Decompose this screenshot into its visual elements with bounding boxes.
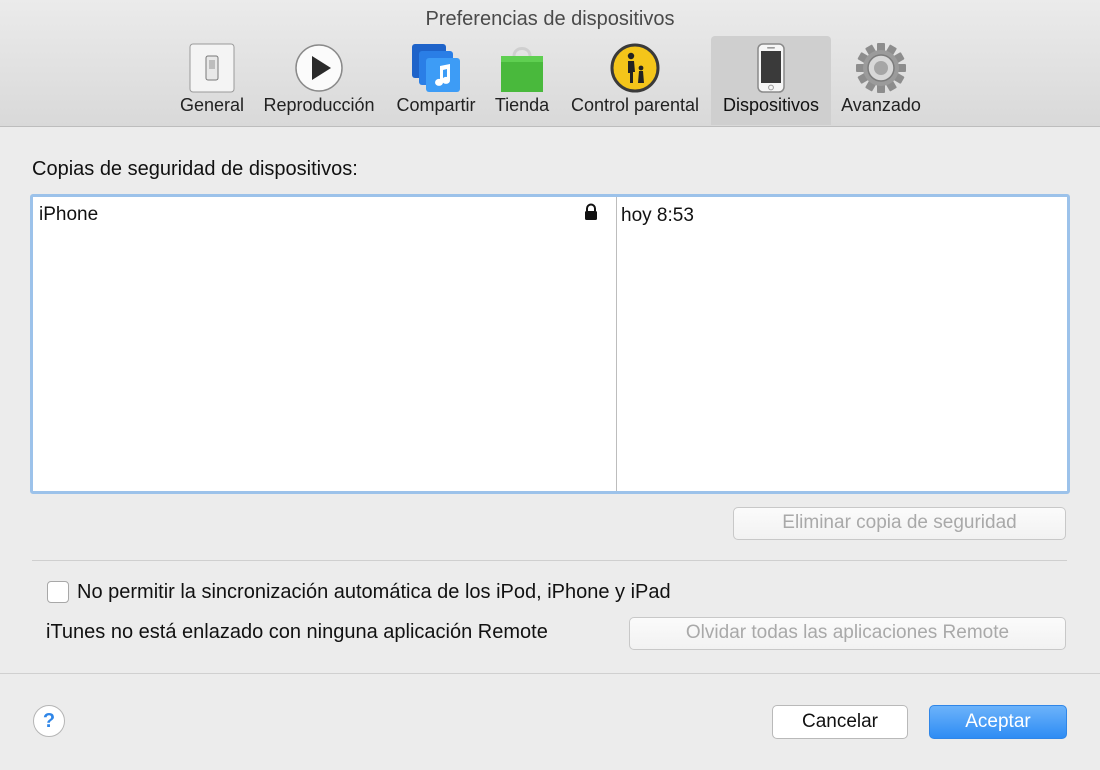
toolbar: Preferencias de dispositivos General Rep…: [0, 0, 1100, 127]
music-share-icon: [412, 44, 460, 92]
tab-general[interactable]: General: [173, 36, 251, 125]
tab-sharing[interactable]: Compartir: [389, 36, 483, 125]
backup-date[interactable]: hoy 8:53: [621, 205, 694, 227]
switch-icon: [189, 43, 235, 93]
delete-backup-button[interactable]: Eliminar copia de seguridad: [733, 507, 1066, 540]
preferences-window: Preferencias de dispositivos General Rep…: [0, 0, 1100, 770]
accept-button[interactable]: Aceptar: [929, 705, 1067, 739]
shopping-bag-icon: [501, 47, 543, 92]
play-icon: [295, 44, 343, 92]
tab-general-label: General: [179, 95, 245, 115]
lock-icon: [585, 203, 597, 220]
help-button[interactable]: ?: [33, 705, 65, 737]
footer-divider: [0, 673, 1100, 674]
column-divider: [616, 197, 617, 491]
remote-status-text: iTunes no está enlazado con ninguna apli…: [46, 621, 548, 643]
cancel-button[interactable]: Cancelar: [772, 705, 908, 739]
tab-advanced[interactable]: Avanzado: [835, 36, 927, 125]
prevent-auto-sync-checkbox[interactable]: [47, 581, 69, 603]
backup-device-name[interactable]: iPhone: [39, 204, 98, 226]
parental-control-icon: [610, 43, 660, 93]
tab-parental-control[interactable]: Control parental: [562, 36, 708, 125]
tab-devices[interactable]: Dispositivos: [711, 36, 831, 125]
prevent-auto-sync-label[interactable]: No permitir la sincronización automática…: [77, 581, 671, 604]
section-separator: [32, 560, 1067, 561]
tab-playback-label: Reproducción: [263, 95, 375, 115]
gear-icon: [856, 43, 906, 93]
tab-advanced-label: Avanzado: [841, 95, 921, 115]
backups-title: Copias de seguridad de dispositivos:: [32, 158, 358, 180]
window-title: Preferencias de dispositivos: [425, 8, 675, 30]
forget-remote-apps-button[interactable]: Olvidar todas las aplicaciones Remote: [629, 617, 1066, 650]
backups-table[interactable]: iPhone hoy 8:53: [30, 194, 1070, 494]
tab-devices-label: Dispositivos: [722, 95, 820, 115]
tab-playback[interactable]: Reproducción: [255, 36, 383, 125]
tab-store-label: Tienda: [494, 95, 550, 115]
tab-store[interactable]: Tienda: [490, 36, 554, 125]
iphone-icon: [757, 43, 785, 93]
tab-sharing-label: Compartir: [396, 95, 476, 115]
tab-parental-control-label: Control parental: [570, 95, 700, 115]
